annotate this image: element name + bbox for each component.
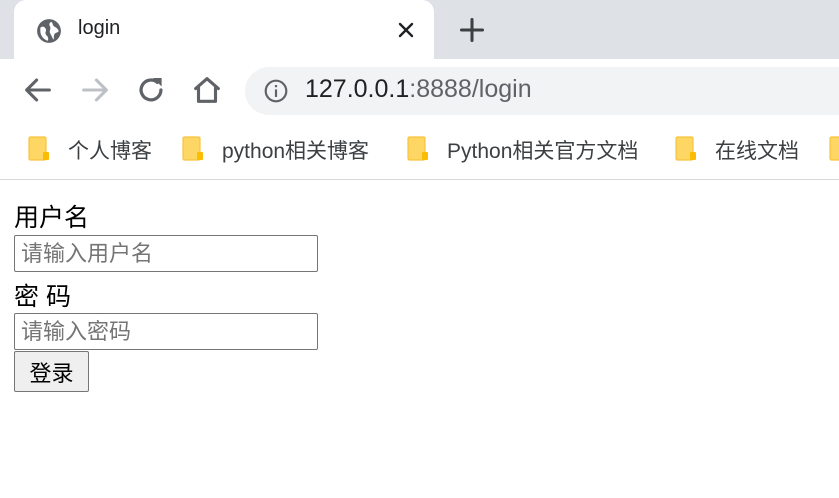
close-icon[interactable] — [394, 18, 418, 42]
reload-icon[interactable] — [134, 73, 168, 107]
toolbar: 127.0.0.1:8888/login — [0, 59, 839, 121]
folder-icon — [28, 136, 49, 161]
login-button[interactable]: 登录 — [14, 351, 89, 392]
globe-icon — [37, 19, 61, 43]
bookmarks-bar: 个人博客 python相关博客 Python相关官方文档 在线文档 — [0, 121, 839, 180]
arrow-left-icon[interactable] — [21, 73, 55, 107]
bookmark-label: python相关博客 — [222, 140, 370, 163]
username-label: 用户名 — [14, 204, 90, 232]
url-text: 127.0.0.1:8888/login — [305, 75, 532, 104]
bookmark-item[interactable] — [829, 134, 839, 166]
tab-strip: login — [0, 0, 839, 59]
url-host: 127.0.0.1 — [305, 75, 410, 103]
password-input[interactable] — [14, 313, 318, 350]
plus-icon[interactable] — [458, 16, 486, 44]
bookmark-label: 在线文档 — [715, 140, 799, 163]
address-bar[interactable]: 127.0.0.1:8888/login — [245, 67, 839, 115]
url-path: :8888/login — [409, 75, 532, 103]
password-label: 密 码 — [14, 283, 71, 311]
tab-title: login — [78, 17, 121, 39]
tab-login[interactable]: login — [14, 0, 434, 59]
arrow-right-icon[interactable] — [78, 73, 112, 107]
folder-icon — [407, 136, 428, 161]
bookmark-label: 个人博客 — [68, 140, 152, 163]
folder-icon — [182, 136, 203, 161]
folder-icon — [675, 136, 696, 161]
home-icon[interactable] — [190, 73, 224, 107]
info-icon[interactable] — [263, 78, 289, 104]
folder-icon — [829, 136, 839, 161]
username-input[interactable] — [14, 235, 318, 272]
bookmark-label: Python相关官方文档 — [447, 140, 639, 163]
